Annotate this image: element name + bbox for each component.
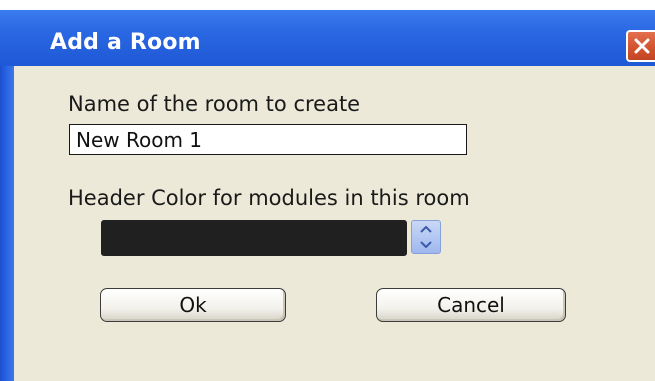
color-spinner[interactable] bbox=[411, 220, 441, 254]
chevron-down-icon bbox=[420, 241, 432, 249]
close-icon bbox=[634, 38, 650, 54]
spin-down-button[interactable] bbox=[412, 237, 440, 253]
header-color-label: Header Color for modules in this room bbox=[68, 186, 470, 210]
cancel-button[interactable]: Cancel bbox=[376, 288, 566, 322]
title-bar[interactable]: Add a Room bbox=[0, 10, 655, 66]
dialog-body: Name of the room to create Header Color … bbox=[14, 66, 655, 381]
ok-button[interactable]: Ok bbox=[100, 288, 286, 322]
chevron-up-icon bbox=[420, 225, 432, 233]
spin-up-button[interactable] bbox=[412, 221, 440, 237]
room-name-input[interactable] bbox=[69, 124, 467, 155]
room-name-label: Name of the room to create bbox=[68, 92, 361, 116]
add-room-dialog: Add a Room Name of the room to create He… bbox=[0, 0, 655, 381]
dialog-title: Add a Room bbox=[50, 30, 201, 55]
window-frame-left bbox=[0, 66, 14, 381]
header-color-swatch[interactable] bbox=[101, 220, 407, 256]
close-button[interactable] bbox=[626, 30, 655, 62]
